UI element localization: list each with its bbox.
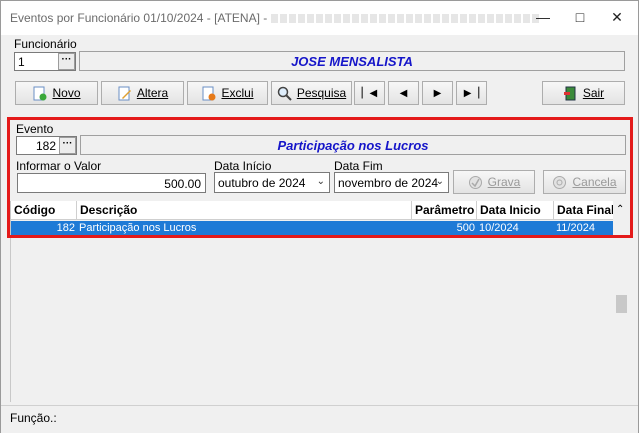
funcao-status-label: Função.: [10,411,57,425]
minimize-button[interactable]: — [529,5,557,29]
valor-label: Informar o Valor [16,159,102,173]
column-header-codigo[interactable]: Código [11,201,77,220]
chevron-down-icon: ⌄ [316,176,325,187]
chevron-down-icon: ⌄ [435,176,444,187]
maximize-button[interactable]: □ [566,5,594,29]
evento-lookup-button[interactable]: ··· [59,137,76,154]
window-title: Eventos por Funcionário 01/10/2024 - [AT… [10,11,542,25]
cancel-icon [552,175,567,190]
close-button[interactable]: ✕ [603,5,631,29]
title-bar: Eventos por Funcionário 01/10/2024 - [AT… [1,1,638,35]
cell-data-final: 11/2024 [554,221,614,236]
delete-document-icon [201,86,216,101]
column-header-data-final[interactable]: Data Final [554,201,614,220]
column-header-parametro[interactable]: Parâmetro [412,201,477,220]
vertical-scrollbar[interactable]: ⌃ [613,201,629,402]
first-record-button[interactable]: ▏◀ [354,81,385,105]
scrollbar-thumb[interactable] [616,295,627,313]
exit-door-icon [563,86,578,101]
new-document-icon [32,86,47,101]
grava-button[interactable]: Grava [453,170,535,194]
cell-codigo: 182 [11,221,77,236]
pesquisa-button[interactable]: Pesquisa [271,81,352,105]
column-header-data-inicio[interactable]: Data Inicio [477,201,554,220]
cell-descricao: Participação nos Lucros [77,221,412,236]
next-icon: ▶ [433,87,442,99]
data-inicio-select[interactable]: outubro de 2024 ⌄ [214,172,330,193]
search-icon [277,86,292,101]
next-record-button[interactable]: ▶ [422,81,453,105]
evento-label: Evento [16,122,54,136]
evento-name-display: Participação nos Lucros [80,135,626,155]
altera-button[interactable]: Altera [101,81,184,105]
last-icon: ▶▕ [463,87,480,99]
events-table[interactable]: Código Descrição Parâmetro Data Inicio D… [10,201,629,402]
valor-input[interactable]: 500.00 [17,173,206,193]
edit-document-icon [117,86,132,101]
prev-icon: ◀ [399,87,408,99]
status-bar: Função.: [1,405,638,433]
prev-record-button[interactable]: ◀ [388,81,419,105]
chevron-up-icon[interactable]: ⌃ [616,204,624,215]
cell-parametro: 500 [412,221,477,236]
exclui-button[interactable]: Exclui [187,81,268,105]
cell-data-inicio: 10/2024 [477,221,554,236]
funcionario-label: Funcionário [14,37,77,51]
novo-button[interactable]: Novo [15,81,98,105]
data-inicio-label: Data Início [214,159,272,173]
sair-button[interactable]: Sair [542,81,625,105]
data-fim-select[interactable]: novembro de 2024 ⌄ [334,172,449,193]
funcionario-name-display: JOSE MENSALISTA [79,51,625,71]
cancela-button[interactable]: Cancela [543,170,626,194]
column-header-descricao[interactable]: Descrição [77,201,412,220]
check-icon [468,175,483,190]
last-record-button[interactable]: ▶▕ [456,81,487,105]
main-window: Eventos por Funcionário 01/10/2024 - [AT… [0,0,639,433]
data-fim-label: Data Fim [334,159,383,173]
funcionario-lookup-button[interactable]: ··· [58,53,75,70]
first-icon: ▏◀ [361,87,378,99]
